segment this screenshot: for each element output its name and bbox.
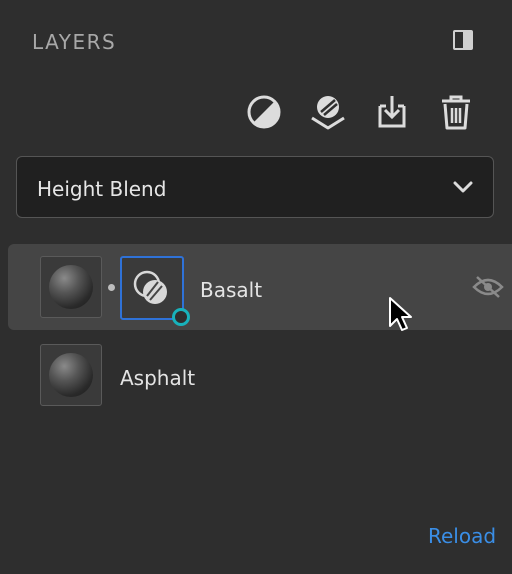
fill-stack-icon[interactable] bbox=[308, 92, 348, 132]
material-sphere bbox=[49, 265, 93, 309]
layer-toolbar bbox=[0, 92, 512, 132]
eye-hidden-icon[interactable] bbox=[472, 274, 504, 304]
layer-thumbnail[interactable] bbox=[40, 344, 102, 406]
half-circle-icon[interactable] bbox=[244, 92, 284, 132]
mask-badge bbox=[172, 308, 190, 326]
material-sphere bbox=[49, 353, 93, 397]
panel-toggle-icon[interactable] bbox=[453, 30, 473, 50]
layer-row-asphalt[interactable]: Asphalt bbox=[8, 332, 512, 418]
layer-thumbnail[interactable] bbox=[40, 256, 102, 318]
trash-icon[interactable] bbox=[436, 92, 476, 132]
layer-row-basalt[interactable]: Basalt bbox=[8, 244, 512, 330]
layer-name: Basalt bbox=[200, 278, 263, 302]
mask-link-dot bbox=[108, 284, 115, 291]
mask-icon bbox=[133, 270, 167, 304]
blend-mode-value: Height Blend bbox=[37, 177, 167, 201]
panel-header: LAYERS bbox=[32, 28, 480, 56]
layers-panel: LAYERS Height Blend Basalt Asphalt Reloa… bbox=[0, 0, 512, 574]
layer-name: Asphalt bbox=[120, 366, 196, 390]
reload-link[interactable]: Reload bbox=[428, 524, 496, 548]
blend-mode-dropdown[interactable]: Height Blend bbox=[16, 156, 494, 218]
import-tray-icon[interactable] bbox=[372, 92, 412, 132]
chevron-down-icon bbox=[453, 179, 473, 198]
panel-title: LAYERS bbox=[32, 30, 117, 54]
mask-thumbnail[interactable] bbox=[120, 256, 190, 326]
mouse-cursor-icon bbox=[388, 296, 414, 338]
